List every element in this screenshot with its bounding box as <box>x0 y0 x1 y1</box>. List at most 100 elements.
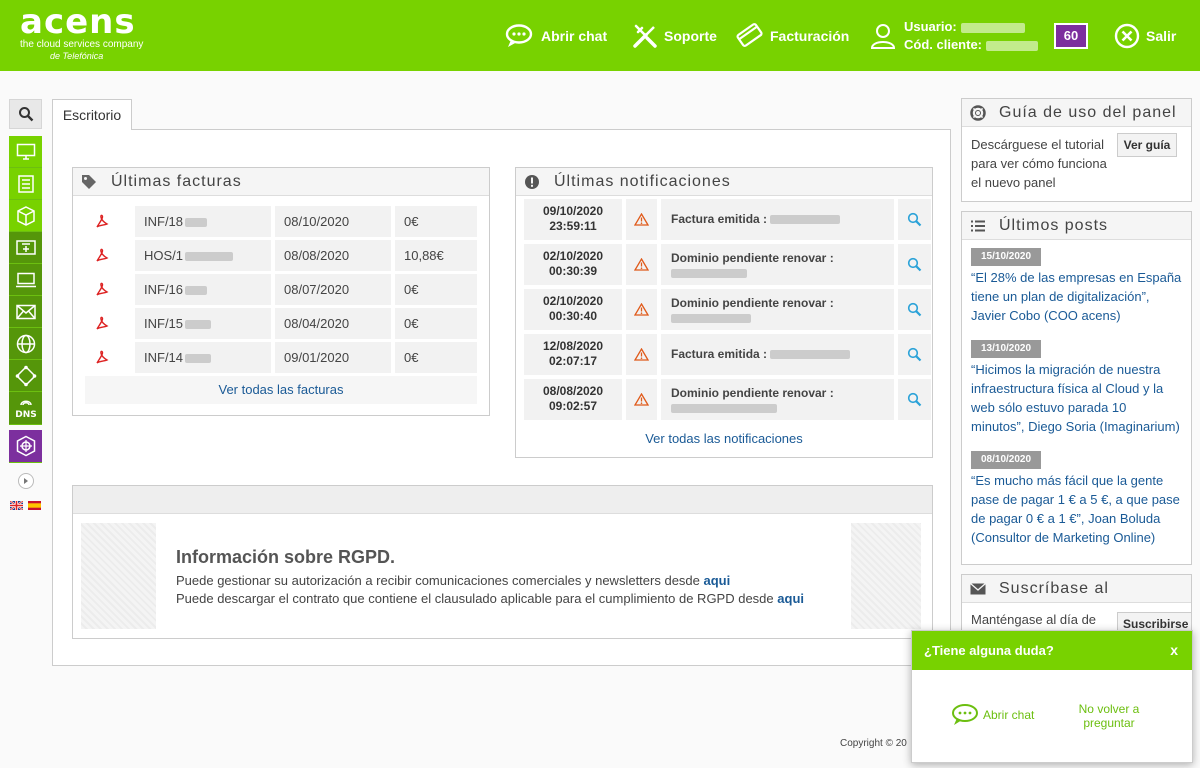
invoice-number: HOS/1 <box>144 248 184 263</box>
search-icon[interactable] <box>907 257 922 272</box>
rail-add-server-button[interactable] <box>9 232 42 264</box>
rail-globe-button[interactable] <box>9 328 42 360</box>
support-button[interactable]: Soporte <box>632 0 717 71</box>
view-all-invoices-link[interactable]: Ver todas las facturas <box>218 382 343 397</box>
notification-time: 00:30:40 <box>548 309 598 323</box>
view-guide-button[interactable]: Ver guía <box>1117 133 1177 157</box>
subscribe-panel: Suscríbase al Manténgase al día de Suscr… <box>961 574 1192 634</box>
invoice-date: 08/08/2020 <box>275 240 391 271</box>
rgpd-newsletter-link[interactable]: aqui <box>704 573 731 588</box>
post-date: 08/10/2020 <box>971 451 1042 469</box>
billing-button[interactable]: Facturación <box>734 0 849 71</box>
pdf-icon[interactable] <box>95 214 109 229</box>
notification-date: 08/08/2020 <box>542 384 604 398</box>
chat-popup-dont-ask-link[interactable]: No volver a preguntar <box>1067 702 1151 730</box>
laptop-icon <box>15 272 36 287</box>
rgpd-box: Información sobre RGPD. Puede gestionar … <box>81 523 921 629</box>
chat-popup-close-button[interactable]: x <box>1170 631 1178 670</box>
chat-popup-title: ¿Tiene alguna duda? <box>924 643 1054 658</box>
rail-network-button[interactable] <box>9 360 42 392</box>
guide-text: Descárguese el tutorial para ver cómo fu… <box>971 137 1107 190</box>
notification-row[interactable]: 09/10/2020 23:59:11 Factura emitida : <box>524 199 931 240</box>
notification-badge[interactable]: 60 <box>1054 23 1088 49</box>
svg-text:DNS: DNS <box>15 410 37 420</box>
view-all-invoices-row: Ver todas las facturas <box>85 376 477 404</box>
rail-expand-button[interactable] <box>17 473 34 489</box>
list-icon <box>17 174 34 193</box>
rail-desktop-button[interactable] <box>9 136 42 168</box>
notification-time: 02:07:17 <box>548 354 598 368</box>
network-icon <box>15 365 36 386</box>
rail-mail-button[interactable] <box>9 296 42 328</box>
chat-bubble-icon <box>505 23 533 47</box>
pdf-icon[interactable] <box>95 316 109 331</box>
invoice-number: INF/14 <box>144 350 184 365</box>
invoice-row[interactable]: HOS/1 08/08/2020 10,88€ <box>85 240 477 271</box>
chat-popup-open-chat-label: Abrir chat <box>983 708 1035 722</box>
rail-dns-button[interactable]: DNS <box>9 392 42 425</box>
search-icon[interactable] <box>907 302 922 317</box>
invoice-amount: 0€ <box>395 206 477 237</box>
guide-title: Guía de uso del panel <box>999 103 1177 121</box>
post-link[interactable]: “Hicimos la migración de nuestra infraes… <box>962 360 1191 436</box>
posts-panel: Últimos posts 15/10/2020 “El 28% de las … <box>961 211 1192 565</box>
notification-row[interactable]: 02/10/2020 00:30:40 Dominio pendiente ren… <box>524 289 931 330</box>
copyright-text: Copyright © 20 <box>840 738 907 749</box>
pdf-icon[interactable] <box>95 350 109 365</box>
invoice-amount: 10,88€ <box>395 240 477 271</box>
tools-icon <box>633 24 657 48</box>
logout-button[interactable]: Salir <box>1114 0 1176 71</box>
warning-icon <box>633 212 650 226</box>
chat-popup: ¿Tiene alguna duda? x Abrir chat No volv… <box>911 630 1193 763</box>
tab-escritorio[interactable]: Escritorio <box>52 99 132 130</box>
logout-label: Salir <box>1146 27 1177 44</box>
notification-row[interactable]: 08/08/2020 09:02:57 Dominio pendiente ren… <box>524 379 931 420</box>
acens-logo[interactable]: acens the cloud services company de Tele… <box>20 5 144 62</box>
notification-date: 02/10/2020 <box>542 294 604 308</box>
pdf-icon[interactable] <box>95 282 109 297</box>
spain-flag-icon[interactable] <box>27 501 41 510</box>
post-item[interactable]: 13/10/2020 “Hicimos la migración de nues… <box>962 332 1191 436</box>
rail-laptop-button[interactable] <box>9 264 42 296</box>
post-item[interactable]: 15/10/2020 “El 28% de las empresas en Es… <box>962 240 1191 325</box>
rgpd-contract-link[interactable]: aqui <box>777 591 804 606</box>
notification-row[interactable]: 02/10/2020 00:30:39 Dominio pendiente ren… <box>524 244 931 285</box>
post-link[interactable]: “Es mucho más fácil que la gente pase de… <box>962 471 1191 547</box>
globe-icon <box>16 334 35 353</box>
notification-row[interactable]: 12/08/2020 02:07:17 Factura emitida : <box>524 334 931 375</box>
view-all-notifications-link[interactable]: Ver todas las notificaciones <box>645 431 803 446</box>
search-icon[interactable] <box>907 392 922 407</box>
top-header: acens the cloud services company de Tele… <box>0 0 1200 71</box>
pdf-icon[interactable] <box>95 248 109 263</box>
warning-icon <box>633 347 650 361</box>
guide-panel-header: Guía de uso del panel <box>962 99 1191 127</box>
invoice-row[interactable]: INF/14 09/01/2020 0€ <box>85 342 477 373</box>
post-item[interactable]: 08/10/2020 “Es mucho más fácil que la ge… <box>962 443 1191 547</box>
invoice-row[interactable]: INF/16 08/07/2020 0€ <box>85 274 477 305</box>
play-right-icon <box>23 478 28 484</box>
rail-cube-button[interactable] <box>9 200 42 232</box>
invoice-amount: 0€ <box>395 308 477 339</box>
invoice-row[interactable]: INF/18 08/10/2020 0€ <box>85 206 477 237</box>
invoice-date: 08/04/2020 <box>275 308 391 339</box>
rail-list-button[interactable] <box>9 168 42 200</box>
username-redacted <box>960 22 1025 33</box>
close-circle-icon <box>1114 23 1140 48</box>
rail-security-button[interactable] <box>9 430 42 463</box>
logo-tagline: the cloud services company <box>20 39 144 50</box>
posts-panel-header: Últimos posts <box>962 212 1191 240</box>
search-icon[interactable] <box>907 212 922 227</box>
uk-flag-icon[interactable] <box>9 500 24 511</box>
search-icon[interactable] <box>907 347 922 362</box>
rgpd-title: Información sobre RGPD. <box>176 547 396 567</box>
notification-text: Dominio pendiente renovar : <box>671 386 834 400</box>
rail-search-button[interactable] <box>9 99 42 129</box>
chat-popup-open-chat-button[interactable]: Abrir chat <box>950 703 1034 727</box>
open-chat-button[interactable]: Abrir chat <box>505 0 607 71</box>
post-link[interactable]: “El 28% de las empresas en España tiene … <box>962 268 1191 325</box>
notification-date: 02/10/2020 <box>542 249 604 263</box>
invoice-row[interactable]: INF/15 08/04/2020 0€ <box>85 308 477 339</box>
notifications-panel-header: Últimas notificaciones <box>516 168 932 196</box>
left-toolbar: DNS <box>9 99 42 513</box>
post-date: 15/10/2020 <box>971 248 1042 266</box>
